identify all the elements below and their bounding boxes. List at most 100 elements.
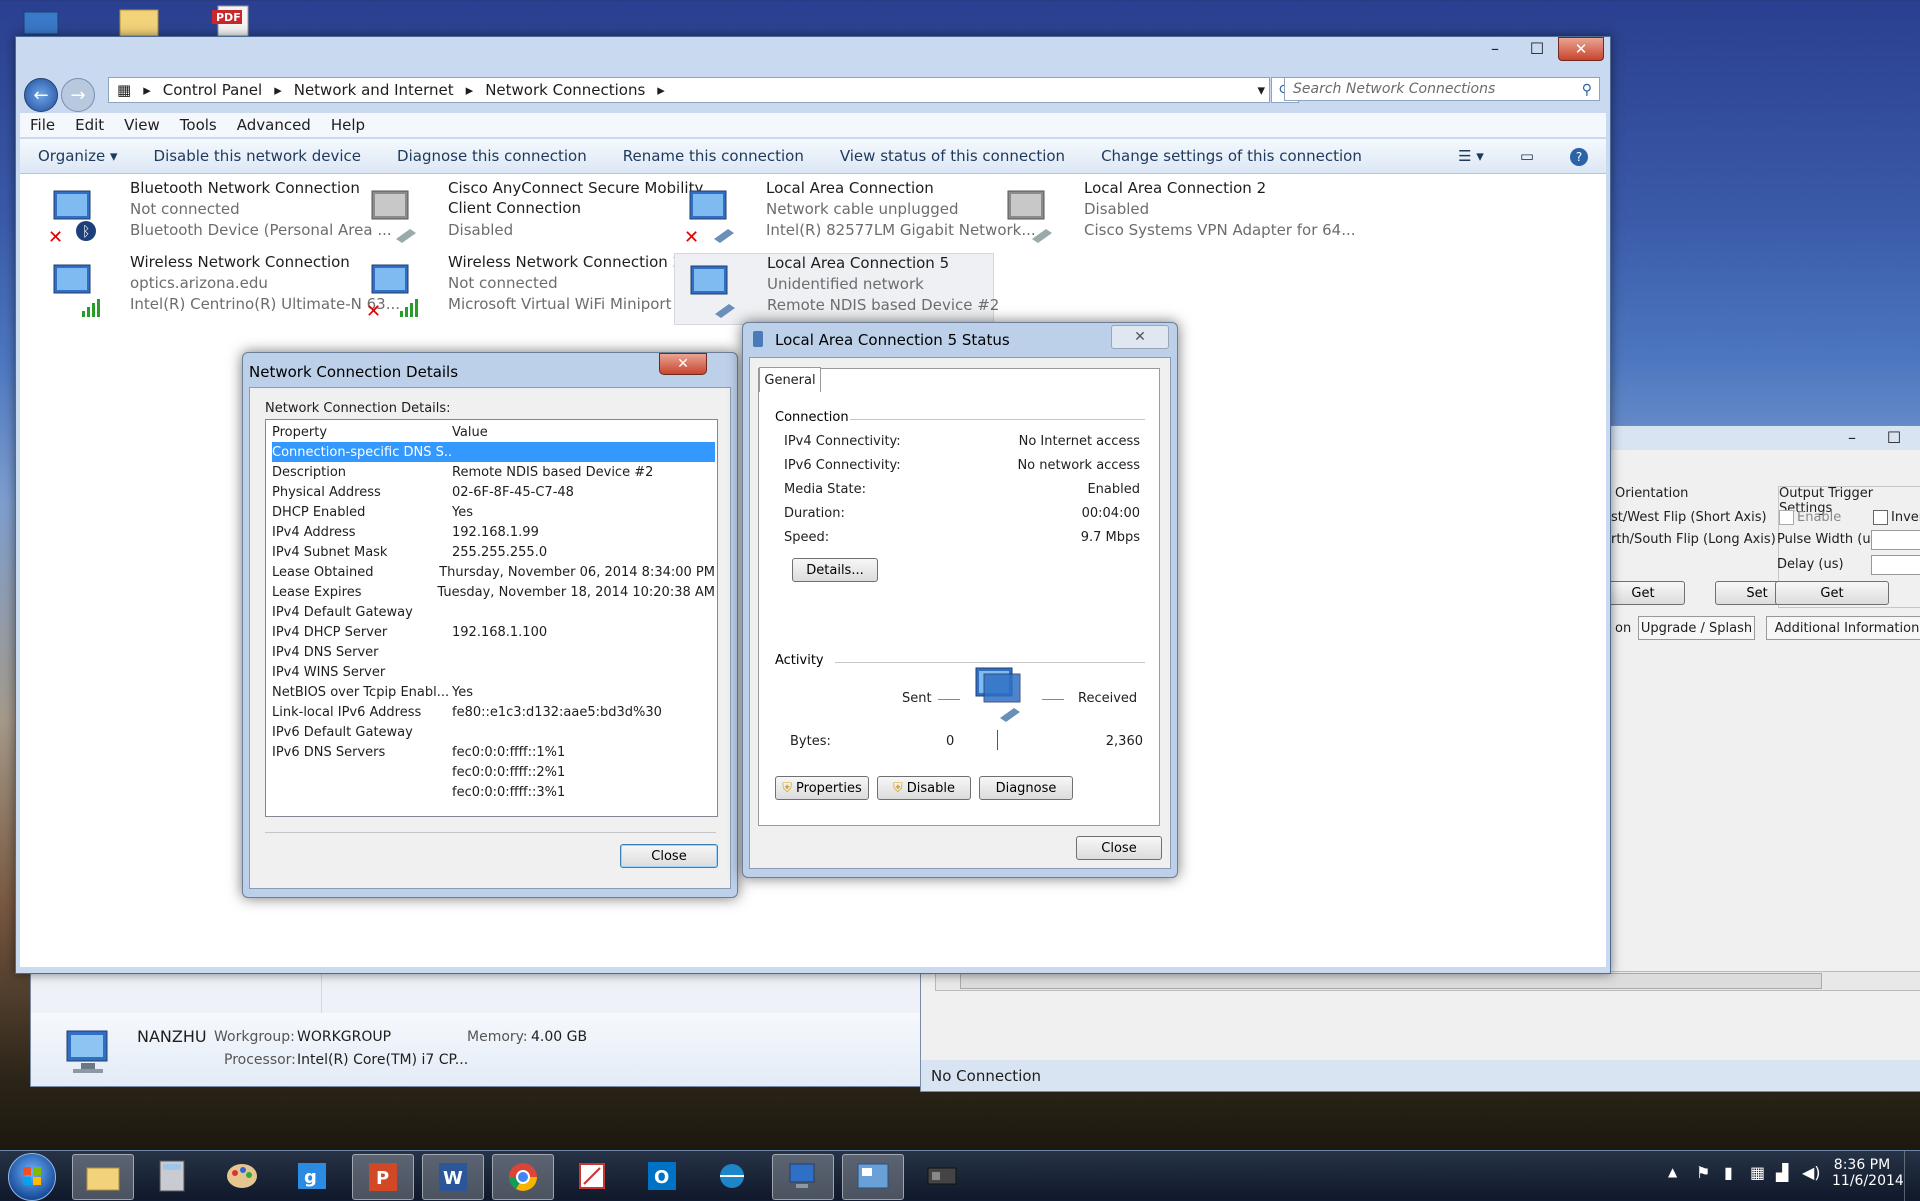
desktop-folder-icon[interactable] [116, 4, 162, 36]
detail-row[interactable]: Description Remote NDIS based Device #2 [272, 462, 715, 482]
menu-edit[interactable]: Edit [65, 116, 114, 134]
breadcrumb-network-internet[interactable]: Network and Internet [294, 81, 454, 99]
connection-local-area-5[interactable]: Local Area Connection 5 Unidentified net… [674, 253, 999, 325]
properties-button[interactable]: ⛨ Properties [775, 776, 869, 800]
detail-row[interactable]: IPv4 Address 192.168.1.99 [272, 522, 715, 542]
cisco-taskbar-icon[interactable] [702, 1154, 762, 1198]
disable-device-button[interactable]: Disable this network device [136, 147, 380, 165]
diagnose-button[interactable]: Diagnose [979, 776, 1073, 800]
address-dropdown-icon[interactable]: ▾ [1257, 81, 1265, 99]
detail-row[interactable]: Lease Obtained Thursday, November 06, 201… [272, 562, 715, 582]
start-button[interactable] [8, 1153, 56, 1201]
control-panel-taskbar-icon[interactable] [842, 1154, 904, 1200]
detail-row[interactable]: fec0:0:0:ffff::3%1 [272, 782, 715, 802]
detail-row[interactable]: DHCP Enabled Yes [272, 502, 715, 522]
detail-row[interactable]: fec0:0:0:ffff::2%1 [272, 762, 715, 782]
column-property[interactable]: Property [272, 425, 452, 440]
show-desktop-button[interactable] [1904, 1151, 1920, 1201]
detail-row[interactable]: Physical Address 02-6F-8F-45-C7-48 [272, 482, 715, 502]
file-explorer-taskbar-icon[interactable] [72, 1154, 134, 1200]
enable-checkbox[interactable] [1779, 510, 1794, 525]
close-window-button[interactable]: ✕ [1558, 37, 1604, 61]
clock[interactable]: 8:36 PM 11/6/2014 [1832, 1157, 1904, 1189]
snipping-tool-taskbar-icon[interactable] [562, 1154, 622, 1198]
detail-row[interactable]: IPv6 DNS Servers fec0:0:0:ffff::1%1 [272, 742, 715, 762]
help-icon[interactable]: ? [1552, 147, 1606, 166]
signal-icon[interactable]: ▟ [1776, 1163, 1788, 1182]
flip-long-axis[interactable]: rth/South Flip (Long Axis) [1611, 532, 1776, 547]
tab-partial[interactable]: on [1615, 617, 1631, 639]
diagnose-button[interactable]: Diagnose this connection [379, 147, 605, 165]
horizontal-scrollbar[interactable] [935, 971, 1920, 991]
address-bar[interactable]: ▦ ▸ Control Panel ▸ Network and Internet ▸ … [108, 77, 1270, 103]
breadcrumb-network-connections[interactable]: Network Connections [485, 81, 645, 99]
detail-row[interactable]: Lease Expires Tuesday, November 18, 2014 … [272, 582, 715, 602]
details-list[interactable]: Property Value Connection-specific DNS S… [265, 419, 718, 817]
pulse-width-input[interactable] [1871, 530, 1920, 550]
close-button[interactable]: Close [620, 844, 718, 868]
network-icon[interactable]: ▦ [1750, 1163, 1765, 1182]
tab-upgrade-splash[interactable]: Upgrade / Splash [1638, 616, 1755, 640]
minimize-button[interactable]: – [1474, 37, 1516, 59]
menu-advanced[interactable]: Advanced [227, 116, 321, 134]
detail-row[interactable]: IPv4 WINS Server [272, 662, 715, 682]
detail-row[interactable]: IPv6 Default Gateway [272, 722, 715, 742]
battery-icon[interactable]: ▮ [1724, 1163, 1733, 1182]
desktop-pdf-icon[interactable]: PDF [208, 4, 254, 36]
detail-row[interactable]: IPv4 DHCP Server 192.168.1.100 [272, 622, 715, 642]
chrome-taskbar-icon[interactable] [492, 1154, 554, 1200]
view-status-button[interactable]: View status of this connection [822, 147, 1083, 165]
tab-general[interactable]: General [759, 367, 821, 392]
organize-button[interactable]: Organize ▾ [20, 147, 136, 165]
breadcrumb-control-panel[interactable]: Control Panel [163, 81, 262, 99]
detail-row[interactable]: IPv4 Default Gateway [272, 602, 715, 622]
delay-input[interactable] [1871, 555, 1920, 575]
detail-row[interactable]: NetBIOS over Tcpip Enabl... Yes [272, 682, 715, 702]
show-hidden-icons[interactable]: ▲ [1668, 1165, 1677, 1179]
desktop-computer-icon[interactable] [20, 4, 66, 36]
device-app-taskbar-icon[interactable] [912, 1154, 972, 1198]
preview-pane-icon[interactable]: ▭ [1502, 147, 1552, 165]
disable-button[interactable]: ⛨ Disable [877, 776, 971, 800]
search-input[interactable]: Search Network Connections [1284, 77, 1600, 101]
close-button[interactable]: Close [1076, 836, 1162, 860]
flip-short-axis[interactable]: st/West Flip (Short Axis) [1611, 510, 1767, 525]
rename-button[interactable]: Rename this connection [605, 147, 822, 165]
dialog-close-x-button[interactable]: ✕ [1111, 325, 1169, 349]
volume-icon[interactable]: ◀) [1802, 1163, 1821, 1182]
network-connections-taskbar-icon[interactable] [772, 1154, 834, 1200]
column-value[interactable]: Value [452, 425, 488, 440]
outlook-taskbar-icon[interactable]: O [632, 1154, 692, 1198]
change-settings-button[interactable]: Change settings of this connection [1083, 147, 1380, 165]
detail-row[interactable]: Connection-specific DNS S... [272, 442, 715, 462]
detail-row[interactable]: IPv4 DNS Server [272, 642, 715, 662]
maximize-button[interactable]: ☐ [1516, 37, 1558, 59]
get-button-1[interactable]: Get [1601, 581, 1685, 605]
view-options-icon[interactable]: ☰ ▾ [1440, 147, 1502, 165]
connection-local-area[interactable]: ✕ Local Area Connection Network cable un… [674, 179, 1036, 249]
maximize-button[interactable]: ☐ [1873, 426, 1915, 448]
action-center-flag-icon[interactable]: ⚑ [1696, 1163, 1710, 1182]
get-button-2[interactable]: Get [1775, 581, 1889, 605]
detail-row[interactable]: Link-local IPv6 Address fe80::e1c3:d132:a… [272, 702, 715, 722]
detail-row[interactable]: IPv4 Subnet Mask 255.255.255.0 [272, 542, 715, 562]
qq-taskbar-icon[interactable]: g [282, 1154, 342, 1198]
connection-cisco-anyconnect[interactable]: Cisco AnyConnect Secure Mobility Client … [356, 179, 703, 249]
connection-local-area-2[interactable]: Local Area Connection 2 Disabled Cisco S… [992, 179, 1356, 249]
connection-wireless-2[interactable]: ✕ Wireless Network Connection 2 Not conn… [356, 253, 701, 323]
minimize-button[interactable]: – [1831, 426, 1873, 448]
details-button[interactable]: Details... [792, 558, 878, 582]
dialog-close-x-button[interactable]: ✕ [659, 353, 707, 375]
menu-view[interactable]: View [114, 116, 170, 134]
word-taskbar-icon[interactable]: W [422, 1154, 484, 1200]
connection-bluetooth[interactable]: ᛒ ✕ Bluetooth Network Connection Not conn… [38, 179, 392, 249]
menu-tools[interactable]: Tools [170, 116, 227, 134]
menu-help[interactable]: Help [321, 116, 375, 134]
menu-file[interactable]: File [20, 116, 65, 134]
tab-additional-information[interactable]: Additional Information [1766, 616, 1920, 640]
invert-checkbox[interactable] [1873, 510, 1888, 525]
calculator-taskbar-icon[interactable] [142, 1154, 202, 1198]
paint-taskbar-icon[interactable] [212, 1154, 272, 1198]
connection-wireless[interactable]: Wireless Network Connection optics.arizo… [38, 253, 400, 323]
search-icon[interactable]: ⚲ [1582, 82, 1592, 98]
